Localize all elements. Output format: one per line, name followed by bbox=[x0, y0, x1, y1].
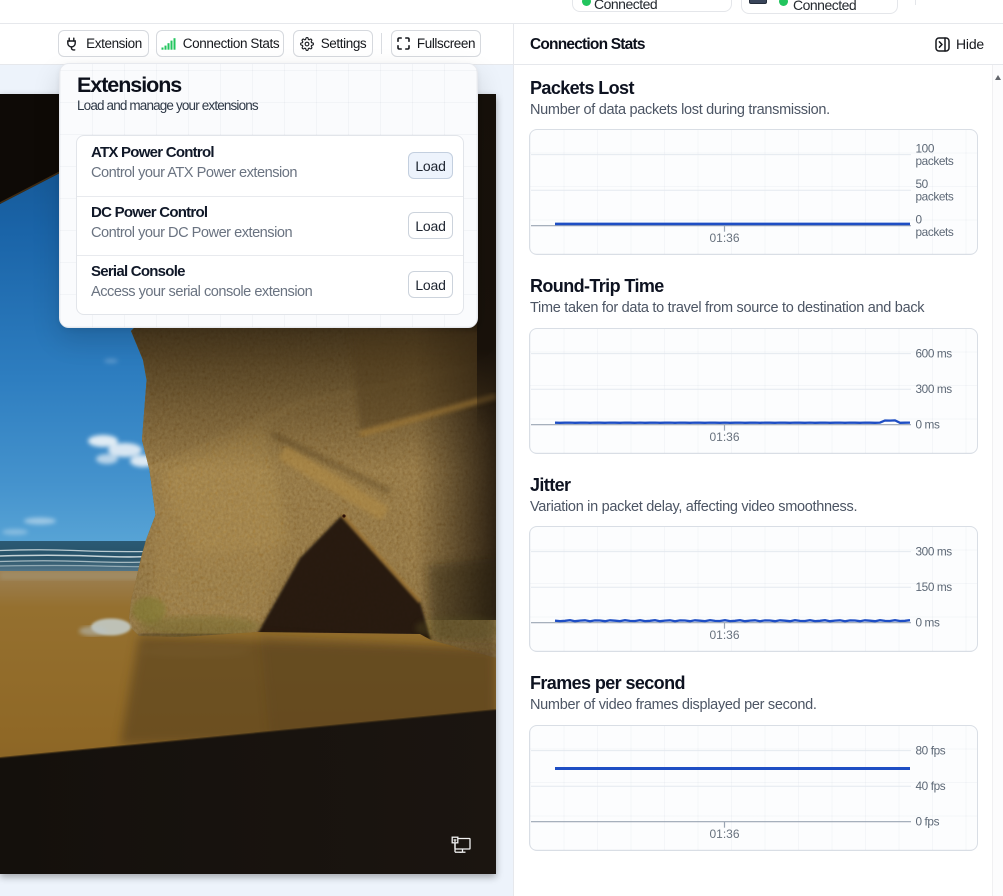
svg-text:600 ms: 600 ms bbox=[916, 346, 953, 360]
svg-text:packets: packets bbox=[916, 190, 954, 204]
svg-text:80 fps: 80 fps bbox=[916, 743, 946, 757]
svg-text:packets: packets bbox=[916, 225, 954, 239]
svg-text:150 ms: 150 ms bbox=[916, 580, 953, 594]
svg-text:300 ms: 300 ms bbox=[916, 382, 953, 396]
svg-text:01:36: 01:36 bbox=[709, 827, 739, 841]
svg-text:300 ms: 300 ms bbox=[916, 545, 953, 559]
svg-text:0 ms: 0 ms bbox=[916, 417, 940, 431]
svg-text:01:36: 01:36 bbox=[709, 628, 739, 642]
svg-text:0 ms: 0 ms bbox=[916, 616, 940, 630]
svg-text:0 fps: 0 fps bbox=[916, 814, 940, 828]
svg-text:01:36: 01:36 bbox=[709, 231, 739, 245]
svg-text:packets: packets bbox=[916, 154, 954, 168]
svg-text:40 fps: 40 fps bbox=[916, 779, 946, 793]
svg-text:01:36: 01:36 bbox=[709, 430, 739, 444]
